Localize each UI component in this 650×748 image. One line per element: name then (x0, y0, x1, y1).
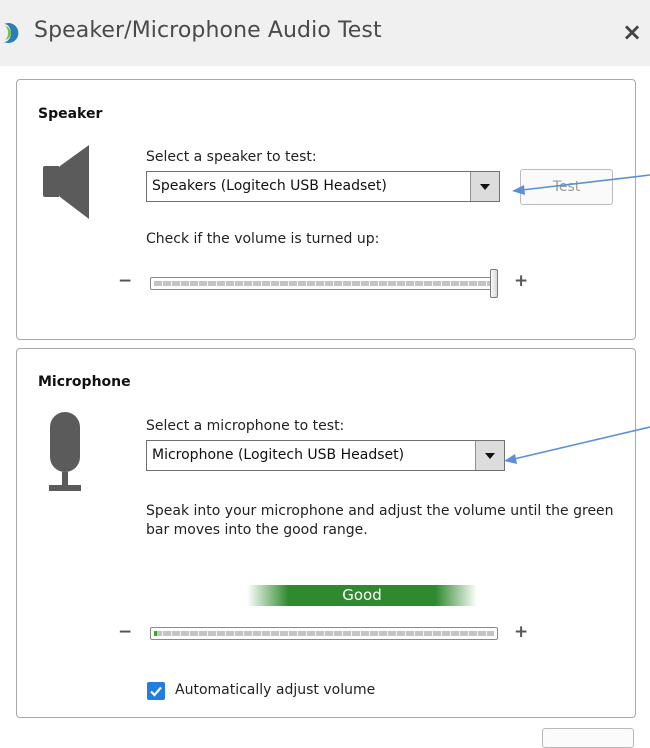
microphone-select-label: Select a microphone to test: (146, 418, 345, 434)
microphone-select-value: Microphone (Logitech USB Headset) (152, 447, 405, 463)
window-title: Speaker/Microphone Audio Test (34, 18, 382, 43)
speaker-volume-slider[interactable] (150, 277, 498, 290)
speaker-select-label: Select a speaker to test: (146, 149, 317, 165)
chevron-down-icon[interactable] (470, 172, 499, 201)
chevron-down-icon[interactable] (475, 441, 504, 470)
speaker-select-value: Speakers (Logitech USB Headset) (152, 178, 387, 194)
microphone-volume-plus[interactable]: + (514, 622, 528, 642)
microphone-volume-minus[interactable]: − (118, 622, 132, 642)
speaker-volume-thumb[interactable] (490, 269, 498, 298)
speaker-volume-minus[interactable]: − (118, 271, 132, 291)
speaker-volume-plus[interactable]: + (514, 271, 528, 291)
speaker-select[interactable]: Speakers (Logitech USB Headset) (146, 171, 500, 202)
microphone-instructions: Speak into your microphone and adjust th… (146, 503, 614, 538)
close-button[interactable]: × (618, 17, 646, 47)
footer-button[interactable] (542, 728, 634, 748)
microphone-icon (49, 412, 81, 491)
speaker-heading: Speaker (38, 106, 103, 122)
test-speaker-button[interactable]: Test (520, 169, 613, 205)
microphone-volume-slider[interactable] (150, 627, 498, 640)
auto-adjust-label[interactable]: Automatically adjust volume (175, 682, 375, 698)
microphone-panel: Microphone Select a microphone to test: … (16, 348, 636, 718)
checkmark-icon (150, 686, 162, 697)
close-icon[interactable]: × (622, 18, 642, 46)
speaker-icon (43, 145, 89, 219)
microphone-level-indicator (154, 631, 157, 636)
speaker-panel: Speaker Select a speaker to test: Speake… (16, 79, 636, 340)
auto-adjust-checkbox[interactable] (147, 682, 165, 700)
good-range-bar: Good (247, 585, 477, 606)
app-logo-icon (4, 23, 19, 43)
microphone-heading: Microphone (38, 374, 131, 390)
good-range-label: Good (342, 586, 382, 604)
slider-track-ticks (154, 281, 494, 286)
microphone-select[interactable]: Microphone (Logitech USB Headset) (146, 440, 505, 471)
speaker-volume-label: Check if the volume is turned up: (146, 231, 380, 247)
slider-track-ticks (154, 631, 494, 636)
title-bar: Speaker/Microphone Audio Test × (0, 0, 650, 66)
